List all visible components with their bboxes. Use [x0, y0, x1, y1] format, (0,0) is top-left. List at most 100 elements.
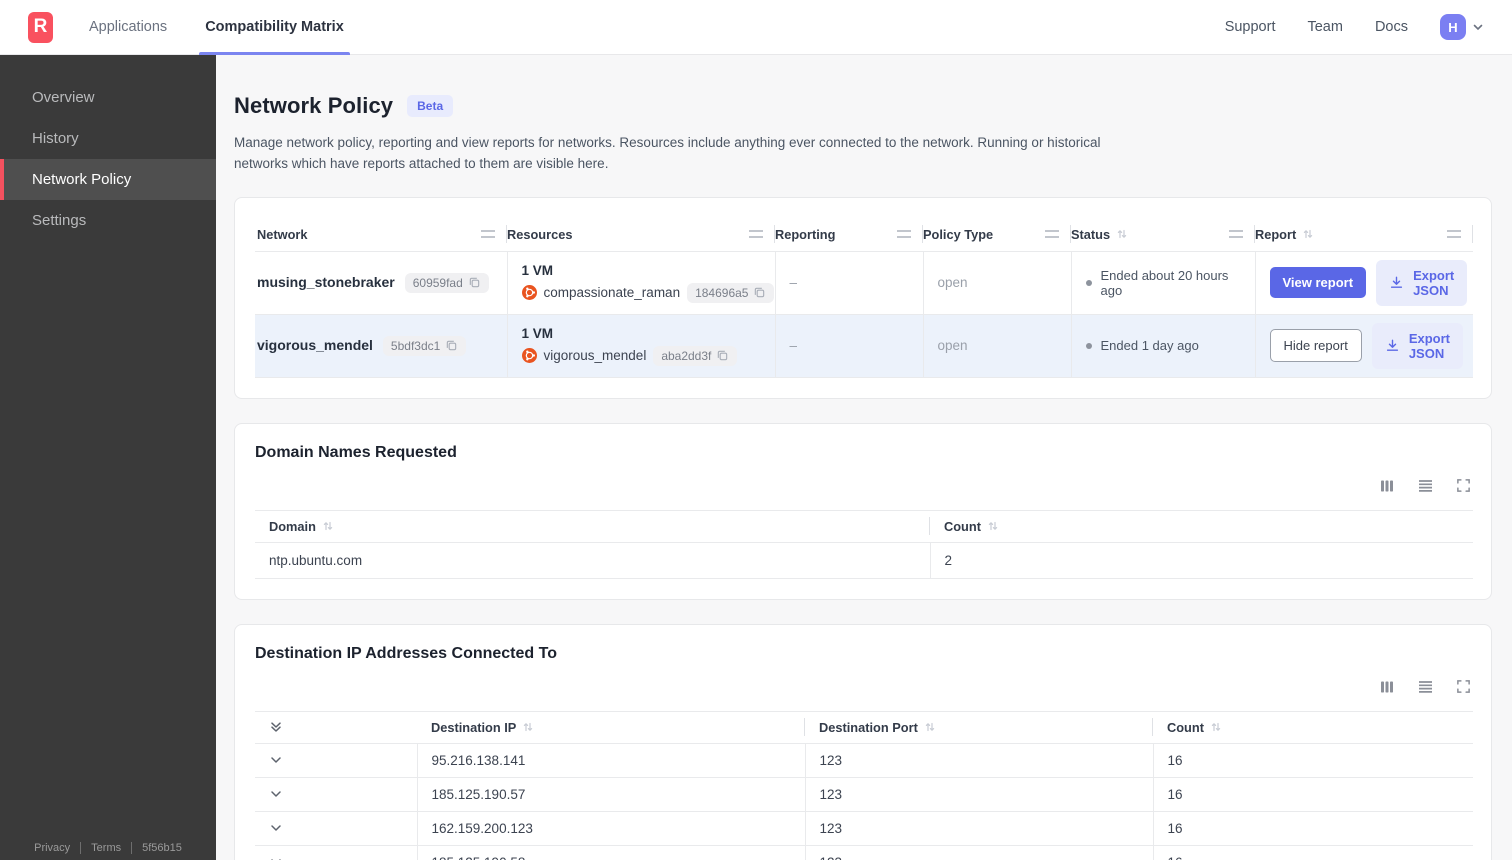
sort-icon[interactable] [522, 721, 534, 733]
network-name: musing_stonebraker [257, 273, 395, 290]
count-value: 16 [1153, 742, 1473, 778]
download-icon [1385, 338, 1400, 353]
top-nav-right: Support Team Docs H [1225, 14, 1484, 40]
destination-ip-value: 162.159.200.123 [417, 810, 806, 846]
destination-ip-value: 95.216.138.141 [417, 742, 806, 778]
status-value: Ended 1 day ago [1085, 338, 1241, 353]
drag-handle-icon[interactable] [897, 230, 911, 239]
count-value: 16 [1153, 810, 1473, 846]
chevron-down-icon[interactable] [269, 753, 285, 767]
network-policy-card: Network Resources Reporting Policy Type … [234, 196, 1492, 399]
ubuntu-icon [521, 285, 537, 301]
sidebar-item-overview[interactable]: Overview [0, 77, 216, 118]
status-dot-icon [1085, 279, 1092, 286]
columns-icon[interactable] [1379, 679, 1395, 695]
version-label: 5f56b15 [142, 842, 182, 854]
col-header-resources: Resources [507, 218, 775, 252]
terms-link[interactable]: Terms [91, 842, 121, 854]
chevron-down-icon[interactable] [269, 855, 285, 860]
sidebar-item-network-policy[interactable]: Network Policy [0, 159, 216, 200]
drag-handle-icon[interactable] [1229, 230, 1243, 239]
resource-name: vigorous_mendel [543, 348, 647, 364]
nav-link-docs[interactable]: Docs [1375, 19, 1408, 35]
col-header-reporting: Reporting [775, 218, 923, 252]
sort-icon[interactable] [322, 520, 334, 532]
card-title: Domain Names Requested [255, 443, 457, 461]
tab-compatibility-matrix[interactable]: Compatibility Matrix [199, 0, 350, 55]
policy-type-value: open [923, 313, 1072, 378]
chevron-down-icon[interactable] [269, 787, 285, 801]
network-hash-badge: 60959fad [404, 272, 489, 293]
card-title: Destination IP Addresses Connected To [255, 644, 557, 662]
drag-handle-icon[interactable] [1447, 230, 1461, 239]
network-hash-badge: 5bdf3dc1 [382, 335, 467, 356]
fullscreen-icon[interactable] [1456, 478, 1471, 494]
sort-icon[interactable] [1302, 228, 1314, 240]
hide-report-button[interactable]: Hide report [1269, 329, 1362, 363]
copy-icon[interactable] [468, 276, 481, 289]
export-json-button[interactable]: Export JSON [1376, 259, 1468, 306]
domain-value: ntp.ubuntu.com [255, 541, 931, 579]
col-header-policy-type: Policy Type [923, 218, 1071, 252]
privacy-link[interactable]: Privacy [34, 842, 70, 854]
col-header-expand [255, 710, 417, 744]
col-header-destination-ip: Destination IP [417, 710, 805, 744]
count-value: 2 [930, 541, 1473, 579]
resource-count: 1 VM [521, 325, 554, 341]
row-density-icon[interactable] [1417, 679, 1434, 695]
col-header-count: Count [930, 509, 1473, 543]
user-menu[interactable]: H [1440, 14, 1484, 40]
domain-names-card: Domain Names Requested Domain Count ntp.… [234, 422, 1492, 600]
col-header-count: Count [1153, 710, 1473, 744]
main-tabs: Applications Compatibility Matrix [87, 0, 350, 55]
destination-port-value: 123 [805, 776, 1154, 812]
reporting-value: – [775, 313, 924, 378]
resource-count: 1 VM [521, 262, 554, 278]
sidebar-item-settings[interactable]: Settings [0, 200, 216, 241]
tab-applications[interactable]: Applications [87, 0, 169, 55]
network-row: vigorous_mendel 5bdf3dc1 1 VM vigorous_men… [255, 313, 1473, 378]
col-header-domain: Domain [255, 509, 930, 543]
network-table: Network Resources Reporting Policy Type … [255, 218, 1473, 378]
copy-icon[interactable] [445, 339, 458, 352]
status-value: Ended about 20 hours ago [1085, 268, 1241, 298]
download-icon [1389, 275, 1404, 290]
policy-type-value: open [923, 250, 1072, 315]
sidebar: Overview History Network Policy Settings… [0, 55, 216, 860]
sort-icon[interactable] [1116, 228, 1128, 240]
col-header-network: Network [255, 218, 507, 252]
chevron-down-icon[interactable] [269, 821, 285, 835]
destination-ip-value: 185.125.190.58 [417, 844, 806, 860]
count-value: 16 [1153, 776, 1473, 812]
page-description: Manage network policy, reporting and vie… [234, 135, 1101, 171]
status-dot-icon [1085, 342, 1092, 349]
sort-icon[interactable] [924, 721, 936, 733]
sort-icon[interactable] [987, 520, 999, 532]
drag-handle-icon[interactable] [1045, 230, 1059, 239]
view-report-button[interactable]: View report [1269, 267, 1367, 299]
sort-icon[interactable] [1210, 721, 1222, 733]
nav-link-team[interactable]: Team [1307, 19, 1342, 35]
avatar: H [1440, 14, 1466, 40]
resource-hash-badge: aba2dd3f [653, 345, 738, 366]
fullscreen-icon[interactable] [1456, 679, 1471, 695]
col-header-destination-port: Destination Port [805, 710, 1153, 744]
drag-handle-icon[interactable] [481, 230, 495, 239]
export-json-button[interactable]: Export JSON [1371, 322, 1463, 369]
network-row: musing_stonebraker 60959fad 1 VM compassio… [255, 250, 1473, 315]
nav-link-support[interactable]: Support [1225, 19, 1276, 35]
copy-icon[interactable] [753, 286, 766, 299]
destination-port-value: 123 [805, 810, 1154, 846]
count-value: 16 [1153, 844, 1473, 860]
columns-icon[interactable] [1379, 478, 1395, 494]
row-density-icon[interactable] [1417, 478, 1434, 494]
reporting-value: – [775, 250, 924, 315]
destination-port-value: 123 [805, 742, 1154, 778]
destination-row: 95.216.138.141 123 16 [255, 742, 1473, 778]
copy-icon[interactable] [716, 349, 729, 362]
sidebar-item-history[interactable]: History [0, 118, 216, 159]
domain-table: Domain Count ntp.ubuntu.com 2 [255, 509, 1473, 579]
app-logo[interactable]: R [28, 11, 53, 43]
double-chevron-down-icon[interactable] [269, 720, 285, 734]
drag-handle-icon[interactable] [749, 230, 763, 239]
